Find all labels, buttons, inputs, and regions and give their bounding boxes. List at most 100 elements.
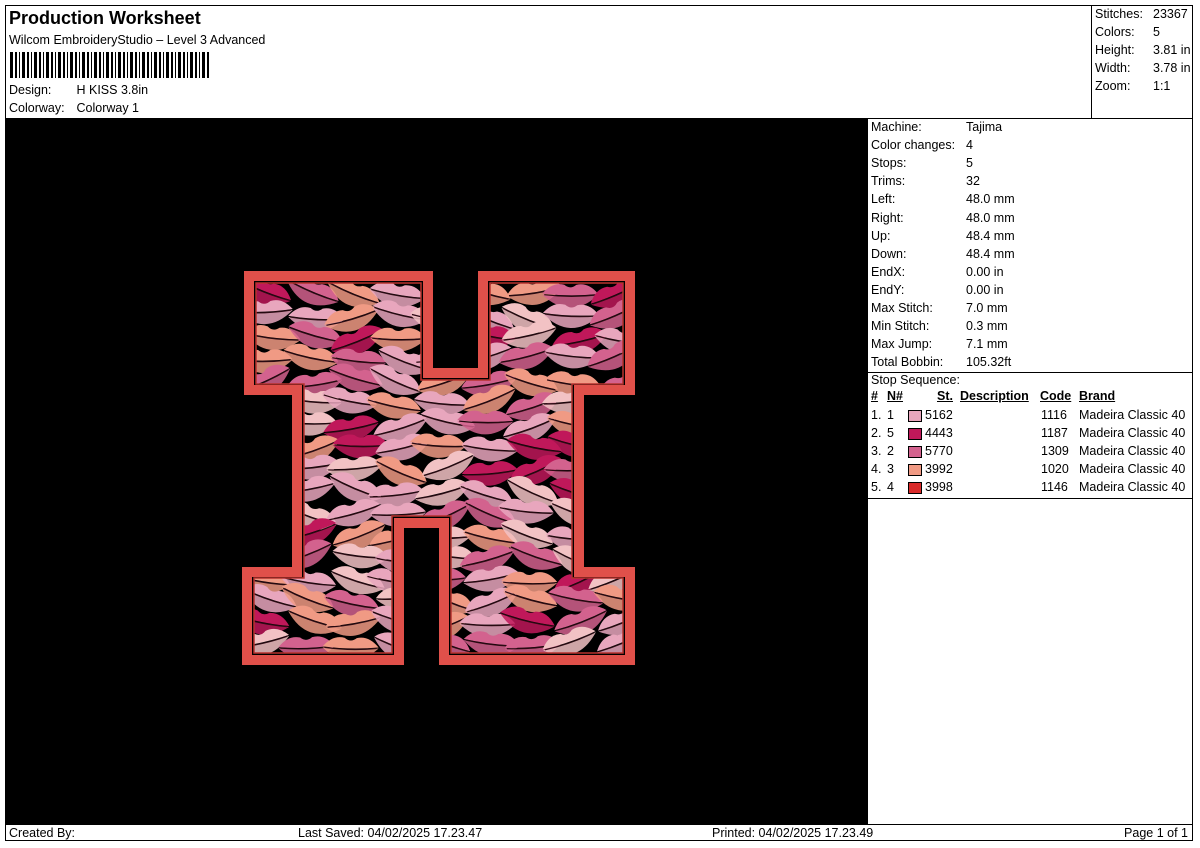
stat-colors: Colors: 5 <box>1095 25 1160 39</box>
machine-info-label: Trims: <box>871 174 906 189</box>
design-row: Design: H KISS 3.8in <box>9 83 148 97</box>
thread-color-swatch <box>908 482 922 494</box>
thread-color-swatch <box>908 464 922 476</box>
seq-header-brand: Brand <box>1079 389 1116 403</box>
machine-info-label: Stops: <box>871 156 907 171</box>
machine-info-value: 32 <box>966 174 980 189</box>
seq-index: 1. <box>871 408 882 422</box>
worksheet-header: Production Worksheet Wilcom EmbroiderySt… <box>6 6 1092 119</box>
design-preview <box>6 118 868 824</box>
seq-brand: Madeira Classic 40 <box>1079 462 1186 476</box>
stop-sequence-title: Stop Sequence: <box>871 373 960 387</box>
seq-header-st: St. <box>937 389 953 403</box>
machine-info-row: Up: 48.4 mm <box>871 229 1015 243</box>
stat-value: 5 <box>1153 25 1160 39</box>
machine-info-row: Right: 48.0 mm <box>871 211 1015 225</box>
machine-info-value: 48.0 mm <box>966 210 1015 225</box>
seq-code: 1187 <box>1041 426 1068 440</box>
seq-index: 3. <box>871 444 882 458</box>
embroidery-design-image <box>242 271 635 665</box>
seq-index: 4. <box>871 462 882 476</box>
machine-info-label: Max Jump: <box>871 337 933 352</box>
worksheet-sheet: Production Worksheet Wilcom EmbroiderySt… <box>5 5 1193 841</box>
seq-brand: Madeira Classic 40 <box>1079 480 1186 494</box>
stat-value: 1:1 <box>1153 79 1171 93</box>
divider <box>868 498 1192 499</box>
stat-value: 3.81 in <box>1153 43 1191 57</box>
seq-index: 2. <box>871 426 882 440</box>
machine-info-panel: Stop Sequence: # N# St. Description Code… <box>868 118 1192 824</box>
seq-needle: 4 <box>887 480 894 494</box>
barcode-icon <box>10 52 209 78</box>
machine-info-row: Total Bobbin: 105.32ft <box>871 355 1011 369</box>
page-number: Page 1 of 1 <box>1124 826 1188 840</box>
stat-label: Zoom: <box>1095 79 1131 93</box>
colorway-value: Colorway 1 <box>76 101 140 115</box>
stat-label: Colors: <box>1095 25 1135 39</box>
seq-needle: 3 <box>887 462 894 476</box>
machine-info-label: Machine: <box>871 120 922 134</box>
machine-info-row: Max Stitch: 7.0 mm <box>871 301 1008 315</box>
stat-height: Height: 3.81 in <box>1095 43 1191 57</box>
machine-info-value: 0.00 in <box>966 264 1004 279</box>
machine-info-row: EndX: 0.00 in <box>871 265 1004 279</box>
created-by: Created By: <box>9 826 76 840</box>
worksheet-footer: Created By: Last Saved: 04/02/2025 17.23… <box>6 824 1192 841</box>
machine-info-label: Max Stitch: <box>871 301 933 315</box>
software-name: Wilcom EmbroideryStudio – Level 3 Advanc… <box>9 33 266 47</box>
seq-stitches: 5770 <box>925 444 953 458</box>
seq-brand: Madeira Classic 40 <box>1079 426 1186 440</box>
machine-info-value: Tajima <box>966 120 1003 134</box>
machine-info-value: 7.1 mm <box>966 337 1008 352</box>
machine-info-value: 105.32ft <box>966 355 1012 370</box>
last-saved: Last Saved: 04/02/2025 17.23.47 <box>298 826 483 840</box>
stat-stitches: Stitches: 23367 <box>1095 7 1188 21</box>
design-value: H KISS 3.8in <box>76 83 149 97</box>
machine-info-row: Color changes: 4 <box>871 138 973 152</box>
stat-zoom: Zoom: 1:1 <box>1095 79 1170 93</box>
seq-stitches: 5162 <box>925 408 953 422</box>
machine-info-label: Total Bobbin: <box>871 355 944 370</box>
machine-info-row: Down: 48.4 mm <box>871 247 1015 261</box>
stat-value: 3.78 in <box>1153 61 1191 75</box>
machine-info-value: 0.3 mm <box>966 319 1008 334</box>
thread-color-swatch <box>908 428 922 440</box>
machine-info-label: Left: <box>871 192 896 207</box>
seq-code: 1116 <box>1041 408 1067 422</box>
seq-index: 5. <box>871 480 882 494</box>
stat-value: 23367 <box>1153 7 1188 21</box>
seq-code: 1020 <box>1041 462 1069 476</box>
machine-info-label: EndX: <box>871 264 906 279</box>
machine-info-label: Min Stitch: <box>871 319 930 334</box>
machine-info-value: 7.0 mm <box>966 301 1008 315</box>
machine-info-row: Stops: 5 <box>871 156 973 170</box>
seq-code: 1309 <box>1041 444 1069 458</box>
machine-info-value: 5 <box>966 156 973 171</box>
seq-header-index: # <box>871 389 878 403</box>
colorway-label: Colorway: <box>9 101 65 115</box>
machine-info-row: EndY: 0.00 in <box>871 283 1004 297</box>
machine-info-row: Max Jump: 7.1 mm <box>871 337 1008 351</box>
colorway-row: Colorway: Colorway 1 <box>9 101 139 115</box>
stat-label: Height: <box>1095 43 1135 57</box>
seq-brand: Madeira Classic 40 <box>1079 444 1186 458</box>
machine-info-value: 48.4 mm <box>966 228 1015 243</box>
machine-info-label: EndY: <box>871 282 905 297</box>
stat-label: Stitches: <box>1095 7 1143 21</box>
seq-needle: 1 <box>887 408 894 422</box>
page-title: Production Worksheet <box>9 8 201 28</box>
machine-info-row: Left: 48.0 mm <box>871 192 1015 206</box>
machine-info-value: 48.4 mm <box>966 246 1015 261</box>
seq-stitches: 3998 <box>925 480 953 494</box>
machine-info-label: Down: <box>871 246 907 261</box>
machine-info-label: Up: <box>871 228 891 243</box>
seq-stitches: 3992 <box>925 462 953 476</box>
machine-info-value: 0.00 in <box>966 282 1004 297</box>
thread-color-swatch <box>908 410 922 422</box>
seq-header-code: Code <box>1040 389 1072 403</box>
seq-needle: 2 <box>887 444 894 458</box>
thread-color-swatch <box>908 446 922 458</box>
seq-stitches: 4443 <box>925 426 953 440</box>
machine-info-value: 4 <box>966 138 973 153</box>
printed-date: Printed: 04/02/2025 17.23.49 <box>712 826 874 840</box>
